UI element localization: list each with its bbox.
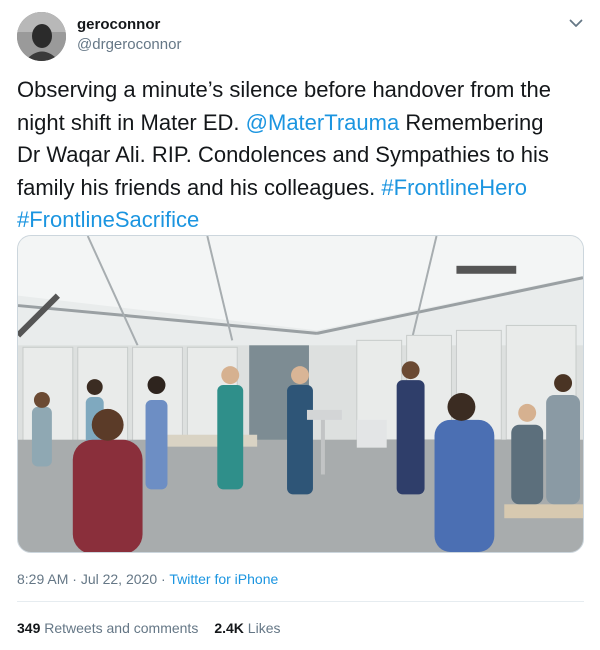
user-info[interactable]: geroconnor @drgeroconnor [77, 16, 181, 55]
tweet-text-segment: Remembering [399, 109, 544, 135]
avatar-image [17, 12, 66, 61]
tweet-photo[interactable] [17, 235, 584, 553]
tweet-stats: 349 Retweets and comments 2.4K Likes [17, 619, 280, 637]
tweet-line: family his friends and his colleagues. #… [17, 172, 587, 205]
display-name[interactable]: geroconnor [77, 16, 181, 34]
tweet-meta: 8:29 AM · Jul 22, 2020 · Twitter for iPh… [17, 570, 278, 588]
tweet-line: night shift in Mater ED. @MaterTrauma Re… [17, 107, 587, 140]
tweet-text: Observing a minute’s silence before hand… [17, 74, 587, 237]
tweet-text-segment: family his friends and his colleagues. [17, 174, 382, 200]
retweets-count: 349 [17, 620, 41, 636]
hashtag-link[interactable]: #FrontlineSacrifice [17, 207, 199, 232]
tweet-time[interactable]: 8:29 AM [17, 571, 68, 587]
likes-stat[interactable]: 2.4K Likes [214, 620, 280, 636]
user-handle[interactable]: @drgeroconnor [77, 35, 181, 55]
likes-count: 2.4K [214, 620, 244, 636]
divider [17, 601, 584, 602]
hashtag-link[interactable]: #FrontlineHero [381, 175, 527, 200]
photo-image [18, 236, 583, 552]
mention-link[interactable]: @MaterTrauma [246, 110, 400, 135]
tweet-line: Dr Waqar Ali. RIP. Condolences and Sympa… [17, 142, 549, 167]
avatar[interactable] [17, 12, 66, 61]
chevron-down-icon[interactable] [567, 14, 585, 32]
tweet-source-link[interactable]: Twitter for iPhone [169, 571, 278, 587]
tweet-text-segment: night shift in Mater ED. [17, 109, 246, 135]
likes-label: Likes [243, 620, 281, 636]
meta-separator: · [68, 571, 81, 587]
retweets-stat[interactable]: 349 Retweets and comments [17, 620, 198, 636]
tweet-card: geroconnor @drgeroconnor Observing a min… [0, 0, 600, 650]
meta-separator: · [157, 571, 170, 587]
tweet-line: Observing a minute’s silence before hand… [17, 77, 551, 102]
tweet-line: #FrontlineSacrifice [17, 204, 587, 237]
tweet-date[interactable]: Jul 22, 2020 [81, 571, 157, 587]
retweets-label: Retweets and comments [40, 620, 199, 636]
